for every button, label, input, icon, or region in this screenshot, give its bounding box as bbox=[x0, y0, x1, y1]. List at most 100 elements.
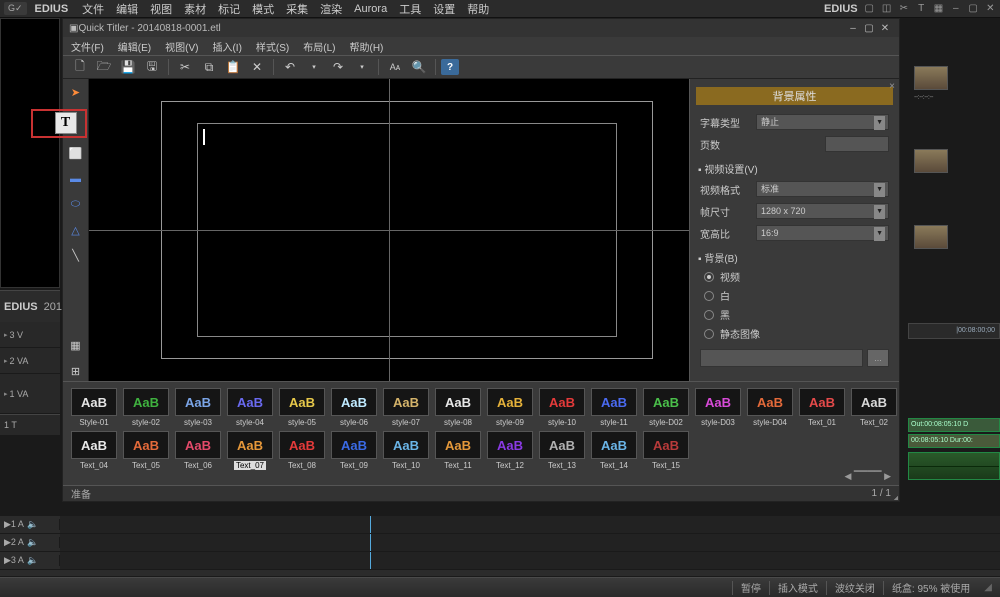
rectangle-tool-icon[interactable]: ▬ bbox=[66, 169, 86, 189]
redo-dropdown-icon[interactable]: ▾ bbox=[351, 57, 373, 77]
resize-grip-icon[interactable]: ◢ bbox=[984, 582, 992, 593]
menu-help[interactable]: 帮助 bbox=[467, 1, 489, 17]
line-tool-icon[interactable]: ╲ bbox=[66, 246, 86, 266]
browse-button[interactable]: ... bbox=[867, 349, 889, 367]
style-preset[interactable]: AaBstyle-04 bbox=[227, 388, 273, 427]
bg-radio-video[interactable]: 视频 bbox=[690, 267, 899, 286]
menu-aurora[interactable]: Aurora bbox=[354, 3, 387, 15]
new-icon[interactable]: 🗋 bbox=[69, 57, 91, 77]
style-preset[interactable]: AaBText_02 bbox=[851, 388, 897, 427]
close2-icon[interactable]: ✕ bbox=[985, 2, 996, 16]
style-preset[interactable]: AaBText_01 bbox=[799, 388, 845, 427]
cut-icon[interactable]: ✂ bbox=[898, 2, 909, 16]
bg-radio-black[interactable]: 黑 bbox=[690, 305, 899, 324]
style-preset[interactable]: AaBstyle-D04 bbox=[747, 388, 793, 427]
style-preset[interactable]: AaBText_09 bbox=[331, 431, 377, 470]
menu-settings[interactable]: 设置 bbox=[433, 1, 455, 17]
image-tool-icon[interactable]: ⬜ bbox=[66, 144, 86, 164]
titler-titlebar[interactable]: ▣ Quick Titler - 20140818-0001.etl – ▢ ✕ bbox=[63, 19, 899, 37]
undo-dropdown-icon[interactable]: ▾ bbox=[303, 57, 325, 77]
selection-tool-icon[interactable]: ➤ bbox=[66, 83, 86, 103]
style-preset[interactable]: AaBText_10 bbox=[383, 431, 429, 470]
style-preset[interactable]: AaBstyle-02 bbox=[123, 388, 169, 427]
clip-bar[interactable]: Out:00:08:05:10 D bbox=[908, 418, 1000, 432]
style-preset[interactable]: AaBstyle-05 bbox=[279, 388, 325, 427]
menu-tools[interactable]: 工具 bbox=[399, 1, 421, 17]
style-preset[interactable]: AaBText_15 bbox=[643, 431, 689, 470]
style-preset[interactable]: AaBstyle-07 bbox=[383, 388, 429, 427]
bg-path-input[interactable] bbox=[700, 349, 863, 367]
styles-scrollbar[interactable]: ◀ ▔▔▔▔ ▶ bbox=[844, 471, 891, 482]
titler-menu-style[interactable]: 样式(S) bbox=[256, 39, 289, 54]
aspect-select[interactable]: 16:9 bbox=[756, 225, 889, 241]
menu-file[interactable]: 文件 bbox=[82, 1, 104, 17]
clip-thumbnail[interactable] bbox=[914, 149, 948, 173]
window-icon[interactable]: ◫ bbox=[881, 2, 892, 16]
style-preset[interactable]: AaBText_12 bbox=[487, 431, 533, 470]
zoom-text-icon[interactable]: Aᴀ bbox=[384, 57, 406, 77]
track-row[interactable]: ▸3 V bbox=[0, 322, 60, 348]
menu-marker[interactable]: 标记 bbox=[218, 1, 240, 17]
style-preset[interactable]: AaBText_06 bbox=[175, 431, 221, 470]
zoom-icon[interactable]: 🔍 bbox=[408, 57, 430, 77]
style-preset[interactable]: AaBstyle-09 bbox=[487, 388, 533, 427]
menu-mode[interactable]: 模式 bbox=[252, 1, 274, 17]
playhead[interactable] bbox=[370, 516, 371, 533]
track-row[interactable]: ▸1 VA bbox=[0, 374, 60, 414]
playhead[interactable] bbox=[370, 552, 371, 569]
text-tool-icon[interactable]: T bbox=[55, 112, 77, 134]
style-preset[interactable]: AaBStyle-01 bbox=[71, 388, 117, 427]
align-icon[interactable]: ⊞ bbox=[66, 362, 86, 382]
menu-clip[interactable]: 素材 bbox=[184, 1, 206, 17]
panel-close-icon[interactable]: × bbox=[889, 81, 895, 92]
style-preset[interactable]: AaBText_05 bbox=[123, 431, 169, 470]
style-preset[interactable]: AaBstyle-03 bbox=[175, 388, 221, 427]
frame-size-select[interactable]: 1280 x 720 bbox=[756, 203, 889, 219]
titler-menu-insert[interactable]: 插入(I) bbox=[212, 39, 241, 54]
cut-icon[interactable]: ✂ bbox=[174, 57, 196, 77]
style-preset[interactable]: AaBstyle-D03 bbox=[695, 388, 741, 427]
text-icon[interactable]: T bbox=[916, 2, 927, 16]
menu-capture[interactable]: 采集 bbox=[286, 1, 308, 17]
titler-menu-help[interactable]: 帮助(H) bbox=[350, 39, 384, 54]
clip-thumbnail[interactable] bbox=[914, 66, 948, 90]
titler-maximize-icon[interactable]: ▢ bbox=[861, 23, 877, 34]
style-preset[interactable]: AaBstyle-10 bbox=[539, 388, 585, 427]
help-icon[interactable]: ? bbox=[441, 59, 459, 75]
style-preset[interactable]: AaBstyle-11 bbox=[591, 388, 637, 427]
speaker-icon[interactable]: 🔈 bbox=[27, 555, 38, 566]
titler-close-icon[interactable]: ✕ bbox=[877, 23, 893, 34]
track-row[interactable]: 1 T bbox=[0, 414, 60, 436]
pages-input[interactable] bbox=[825, 136, 889, 152]
title-type-select[interactable]: 静止 bbox=[756, 114, 889, 130]
save-as-icon[interactable]: 🖫 bbox=[141, 57, 163, 77]
menu-render[interactable]: 渲染 bbox=[320, 1, 342, 17]
delete-icon[interactable]: ✕ bbox=[246, 57, 268, 77]
style-preset[interactable]: AaBText_04 bbox=[71, 431, 117, 470]
titler-minimize-icon[interactable]: – bbox=[845, 23, 861, 34]
palette-icon[interactable]: ▦ bbox=[933, 2, 944, 16]
speaker-icon[interactable]: 🔈 bbox=[27, 537, 38, 548]
titler-menu-edit[interactable]: 编辑(E) bbox=[118, 39, 151, 54]
bg-radio-white[interactable]: 白 bbox=[690, 286, 899, 305]
titler-menu-layout[interactable]: 布局(L) bbox=[303, 39, 335, 54]
style-preset[interactable]: AaBText_08 bbox=[279, 431, 325, 470]
playhead[interactable] bbox=[370, 534, 371, 551]
style-preset[interactable]: AaBstyle-06 bbox=[331, 388, 377, 427]
paste-icon[interactable]: 📋 bbox=[222, 57, 244, 77]
audio-waveform[interactable] bbox=[908, 452, 1000, 480]
timeline-track[interactable]: ▶1 A🔈 bbox=[0, 516, 1000, 534]
titler-canvas[interactable] bbox=[89, 79, 689, 381]
copy-icon[interactable]: ⧉ bbox=[198, 57, 220, 77]
grid-icon[interactable]: ▦ bbox=[66, 336, 86, 356]
maximize2-icon[interactable]: ▢ bbox=[967, 2, 978, 16]
video-format-select[interactable]: 标准 bbox=[756, 181, 889, 197]
style-preset[interactable]: AaBText_14 bbox=[591, 431, 637, 470]
layout-icon[interactable]: ▢ bbox=[864, 2, 875, 16]
style-preset[interactable]: AaBstyle-D02 bbox=[643, 388, 689, 427]
timeline-track[interactable]: ▶2 A🔈 bbox=[0, 534, 1000, 552]
bg-radio-still[interactable]: 静态图像 bbox=[690, 324, 899, 343]
menu-edit[interactable]: 编辑 bbox=[116, 1, 138, 17]
minimize2-icon[interactable]: – bbox=[950, 2, 961, 16]
undo-icon[interactable]: ↶ bbox=[279, 57, 301, 77]
